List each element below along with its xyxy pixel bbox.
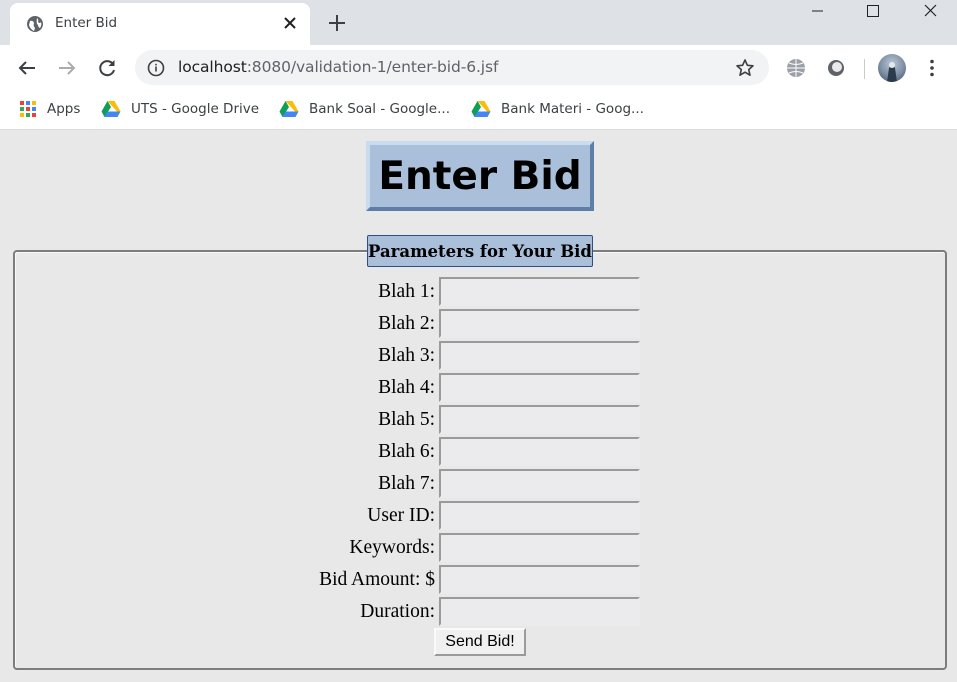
bookmark-uts-drive[interactable]: UTS - Google Drive [101, 98, 259, 120]
field-label: Blah 3: [378, 345, 435, 366]
form-row-blah-7: Blah 7: [0, 469, 957, 499]
bookmark-bank-materi[interactable]: Bank Materi - Goog... [471, 98, 644, 120]
bookmark-label: Bank Soal - Google... [309, 101, 450, 117]
field-label: Blah 4: [378, 377, 435, 398]
blah-5-input[interactable] [439, 405, 640, 434]
field-label: Blah 7: [378, 473, 435, 494]
field-label: Blah 6: [378, 441, 435, 462]
blah-6-input[interactable] [439, 437, 640, 466]
back-arrow-icon[interactable] [15, 56, 39, 80]
field-label: Bid Amount: $ [319, 569, 435, 590]
bookmarks-bar: Apps UTS - Google Drive Bank Soal - Goog… [0, 90, 957, 130]
send-bid-button[interactable]: Send Bid! [434, 628, 526, 656]
field-label: User ID: [367, 505, 435, 526]
form-row-blah-2: Blah 2: [0, 309, 957, 339]
window-close-icon[interactable] [908, 0, 954, 28]
form-row-blah-6: Blah 6: [0, 437, 957, 467]
reload-icon[interactable] [95, 56, 119, 80]
profile-avatar[interactable] [878, 54, 906, 82]
form-row-bid-amount: Bid Amount: $ [0, 565, 957, 595]
bookmark-bank-soal[interactable]: Bank Soal - Google... [279, 98, 450, 120]
toolbar-separator [864, 59, 865, 79]
field-label: Keywords: [349, 537, 435, 558]
page-title-box: Enter Bid [366, 141, 594, 211]
extension-circle-icon[interactable] [824, 56, 848, 80]
form-row-keywords: Keywords: [0, 533, 957, 563]
bid-amount-input[interactable] [439, 565, 640, 594]
globe-icon [27, 16, 43, 32]
avatar-image-icon [887, 62, 897, 82]
extension-globe-icon[interactable] [784, 56, 808, 80]
blah-4-input[interactable] [439, 373, 640, 402]
blah-2-input[interactable] [439, 309, 640, 338]
forward-arrow-icon[interactable] [55, 56, 79, 80]
google-drive-icon [101, 101, 121, 117]
minimize-icon[interactable] [795, 0, 841, 28]
address-bar[interactable]: localhost:8080/validation-1/enter-bid-6.… [135, 50, 769, 85]
bookmark-label: UTS - Google Drive [131, 101, 260, 117]
bookmark-label: Bank Materi - Goog... [501, 101, 644, 117]
form-row-blah-4: Blah 4: [0, 373, 957, 403]
form-row-blah-5: Blah 5: [0, 405, 957, 435]
field-label: Duration: [360, 601, 435, 622]
form-row-user-id: User ID: [0, 501, 957, 531]
blah-1-input[interactable] [439, 277, 640, 306]
keywords-input[interactable] [439, 533, 640, 562]
field-label: Blah 5: [378, 409, 435, 430]
field-label: Blah 1: [378, 281, 435, 302]
bookmark-apps[interactable]: Apps [19, 98, 80, 120]
google-drive-icon [279, 101, 299, 117]
duration-input[interactable] [439, 597, 640, 626]
url-text: localhost:8080/validation-1/enter-bid-6.… [178, 58, 498, 76]
info-icon[interactable] [147, 59, 165, 77]
url-path: :8080/validation-1/enter-bid-6.jsf [246, 58, 499, 76]
maximize-icon[interactable] [850, 0, 896, 28]
tab-title: Enter Bid [55, 15, 118, 31]
google-drive-icon [471, 101, 491, 117]
form-row-blah-1: Blah 1: [0, 277, 957, 307]
page-title: Enter Bid [378, 153, 582, 199]
user-id-input[interactable] [439, 501, 640, 530]
browser-toolbar: localhost:8080/validation-1/enter-bid-6.… [0, 45, 957, 90]
form-row-blah-3: Blah 3: [0, 341, 957, 371]
browser-tab[interactable]: Enter Bid [10, 3, 310, 45]
fieldset-legend: Parameters for Your Bid [367, 235, 593, 267]
apps-grid-icon [20, 101, 36, 117]
close-tab-icon[interactable] [282, 15, 298, 31]
bookmark-star-icon[interactable] [735, 58, 755, 78]
new-tab-icon[interactable] [326, 12, 348, 34]
blah-3-input[interactable] [439, 341, 640, 370]
bookmark-label: Apps [47, 101, 81, 117]
blah-7-input[interactable] [439, 469, 640, 498]
form-row-duration: Duration: [0, 597, 957, 627]
url-host: localhost [178, 58, 247, 76]
tab-strip: Enter Bid [0, 0, 957, 45]
field-label: Blah 2: [378, 313, 435, 334]
more-menu-icon[interactable] [920, 56, 944, 80]
